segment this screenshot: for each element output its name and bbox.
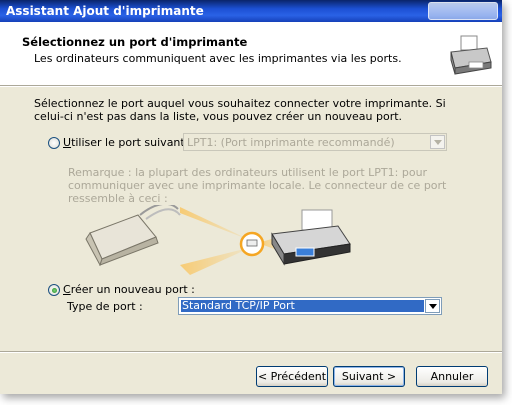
printer-icon: [450, 35, 492, 75]
wizard-header: Sélectionnez un port d'imprimante Les or…: [0, 22, 502, 86]
existing-port-value: LPT1: (Port imprimante recommandé): [187, 136, 395, 149]
add-printer-wizard: Assistant Ajout d'imprimante Sélectionne…: [0, 0, 502, 394]
intro-text: Sélectionnez le port auquel vous souhait…: [34, 97, 446, 123]
next-button[interactable]: Suivant >: [333, 366, 405, 387]
dropdown-arrow-icon[interactable]: [430, 135, 445, 149]
cancel-button[interactable]: Annuler: [416, 366, 488, 387]
dropdown-arrow-icon[interactable]: [425, 299, 440, 313]
new-port-radio[interactable]: [48, 284, 60, 296]
footer-divider-highlight: [0, 352, 502, 353]
page-subtitle: Les ordinateurs communiquent avec les im…: [34, 52, 402, 65]
window-title: Assistant Ajout d'imprimante: [6, 4, 204, 18]
new-port-accesskey: C: [63, 283, 71, 296]
existing-port-radio[interactable]: [48, 137, 60, 149]
header-divider: [0, 86, 502, 87]
new-port-label-text: réer un nouveau port :: [70, 283, 195, 296]
port-type-selection: Standard TCP/IP Port: [181, 299, 424, 312]
existing-port-label-text: tiliser le port suivant :: [71, 136, 192, 149]
existing-port-accesskey: U: [63, 136, 72, 149]
port-type-select[interactable]: Standard TCP/IP Port: [178, 297, 442, 315]
title-bar[interactable]: Assistant Ajout d'imprimante: [0, 0, 502, 22]
window-controls[interactable]: [428, 2, 498, 20]
existing-port-select[interactable]: LPT1: (Port imprimante recommandé): [183, 133, 447, 151]
port-type-label: Type de port :: [67, 300, 143, 313]
printer-illustration: [271, 209, 351, 266]
existing-port-label[interactable]: Utiliser le port suivant :: [63, 136, 192, 149]
new-port-label[interactable]: Créer un nouveau port :: [63, 283, 195, 296]
port-type-value: Standard TCP/IP Port: [182, 299, 295, 312]
page-title: Sélectionnez un port d'imprimante: [22, 35, 248, 49]
lpt-note: Remarque : la plupart des ordinateurs ut…: [68, 166, 447, 205]
back-button[interactable]: < Précédent: [256, 366, 328, 387]
